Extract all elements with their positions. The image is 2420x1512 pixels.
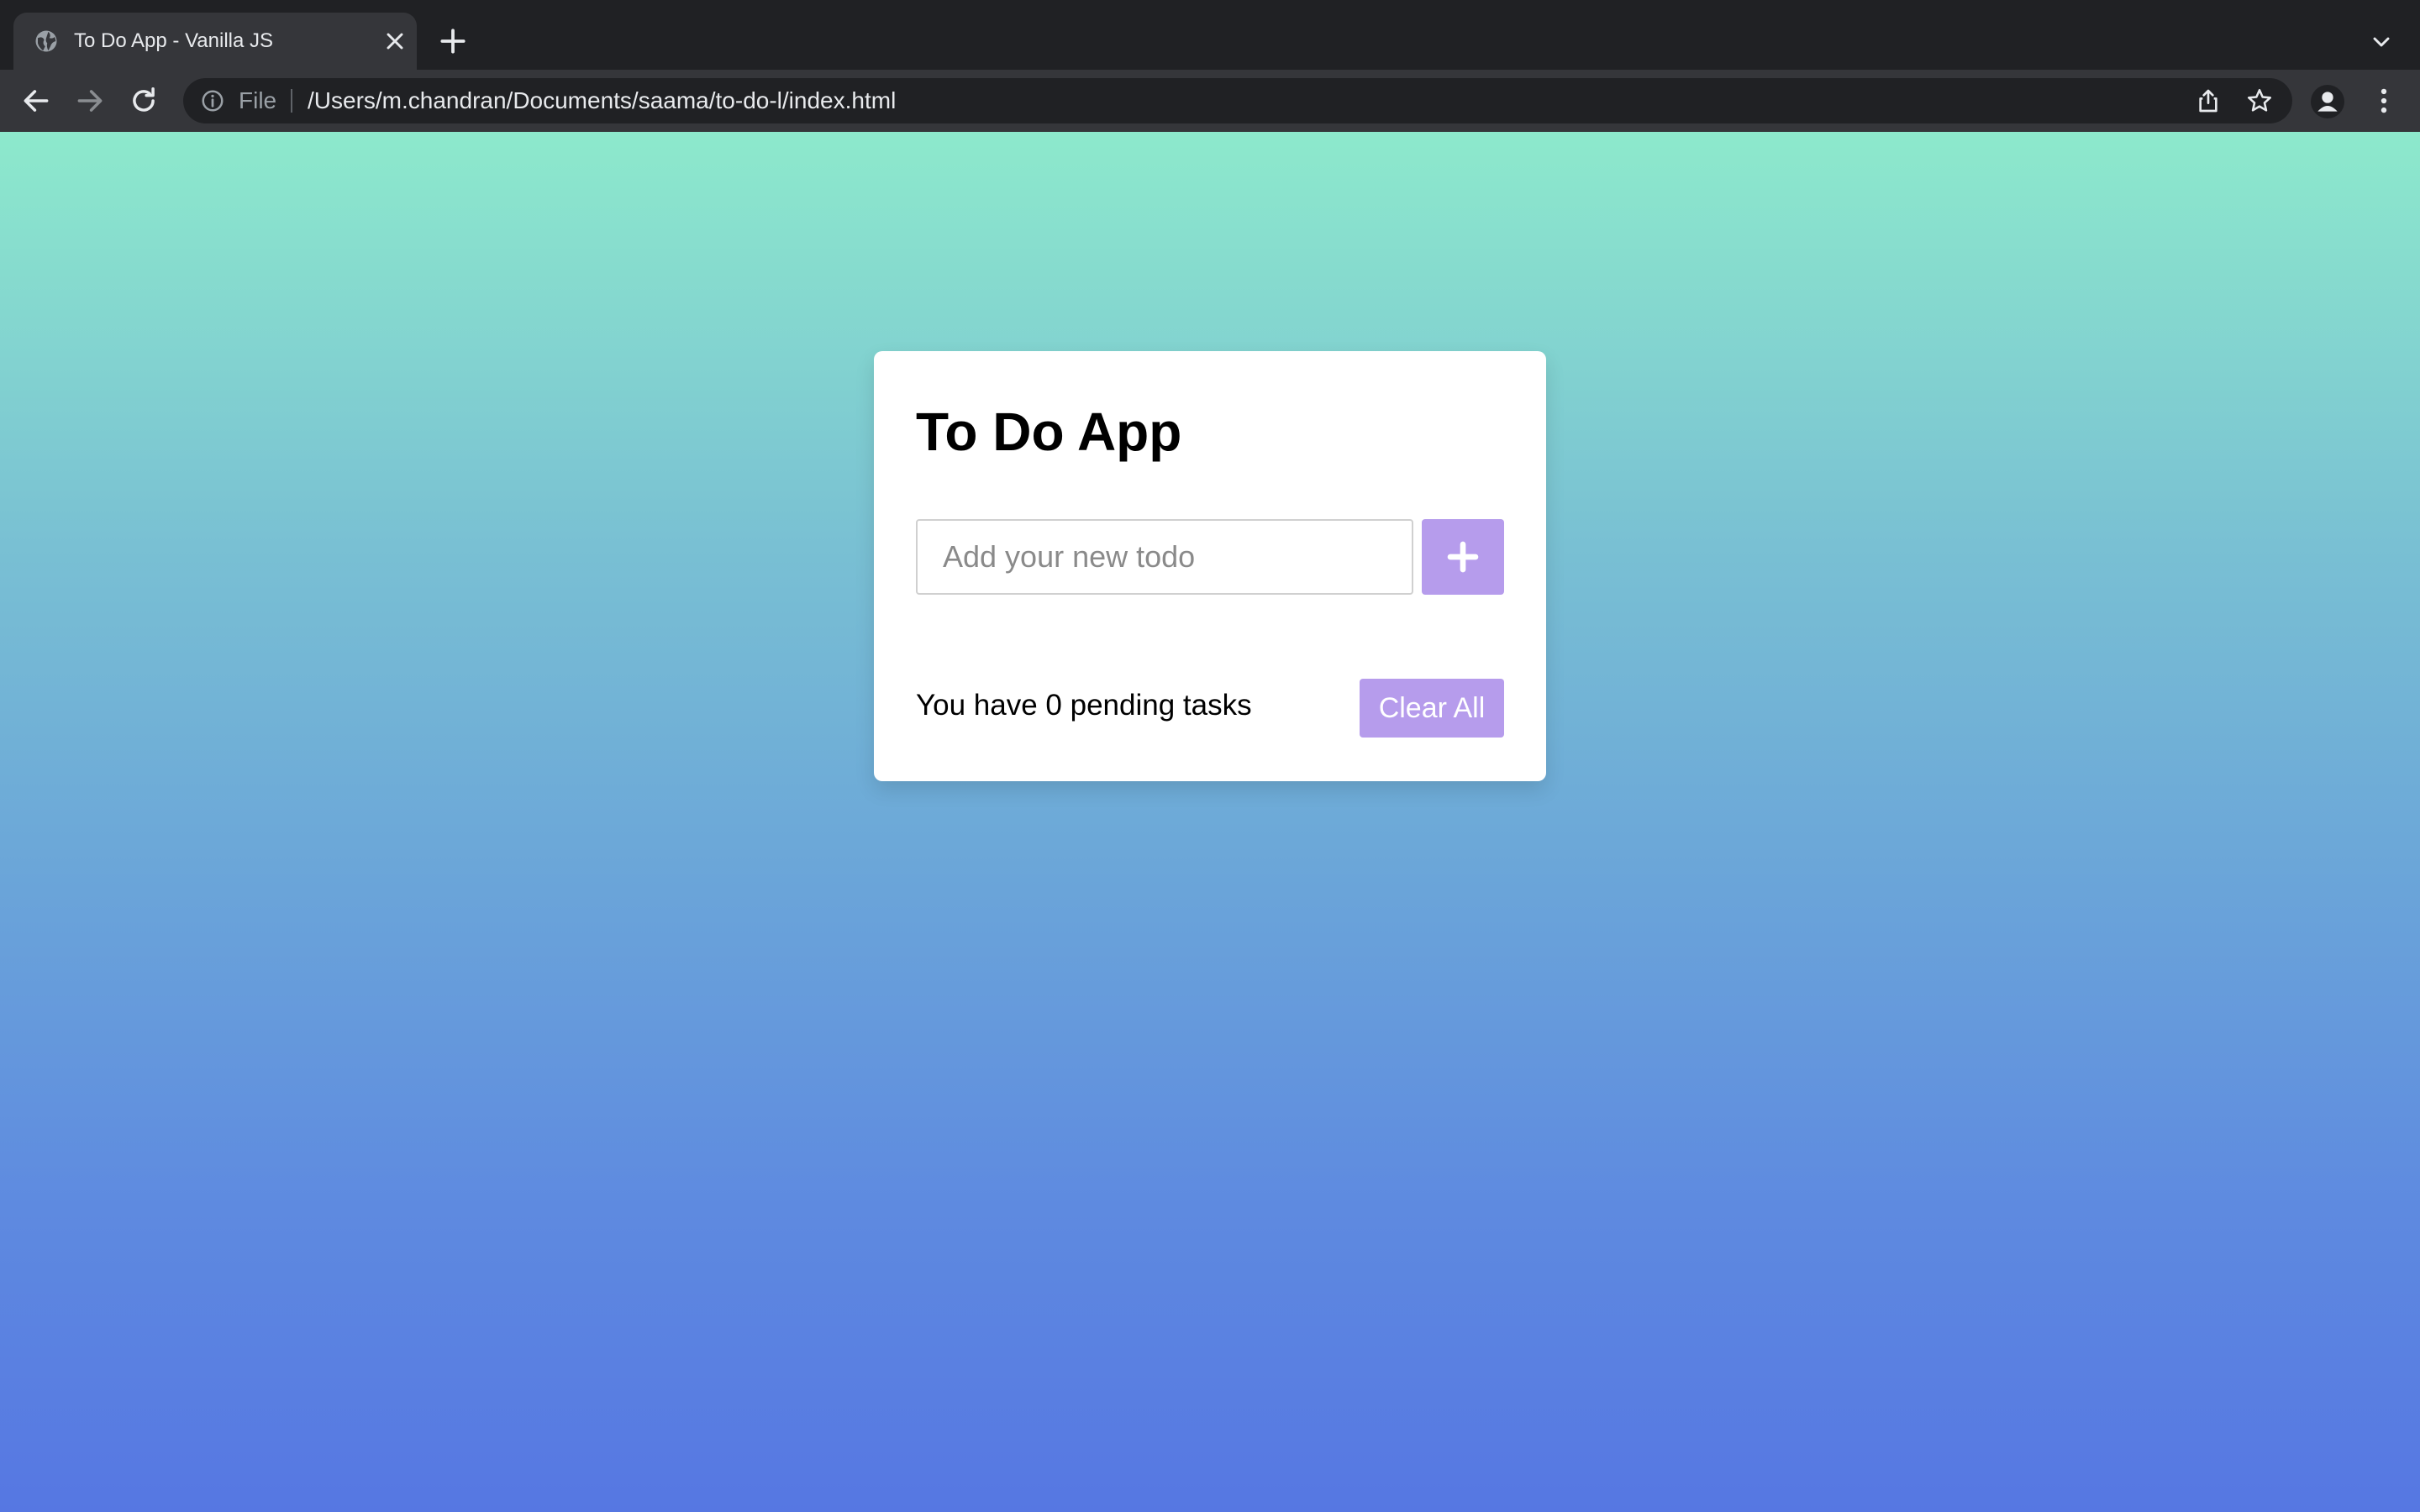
page-viewport: To Do App You have 0 pending tasks Clear… <box>0 132 2420 1512</box>
address-bar[interactable]: File /Users/m.chandran/Documents/saama/t… <box>183 78 2292 123</box>
forward-arrow-icon[interactable] <box>74 85 106 117</box>
close-icon[interactable] <box>381 28 408 55</box>
app-title: To Do App <box>916 402 1182 462</box>
tab-strip: To Do App - Vanilla JS <box>0 0 2420 70</box>
info-icon[interactable] <box>200 88 225 113</box>
more-vert-icon[interactable] <box>2368 85 2400 117</box>
todo-card: To Do App You have 0 pending tasks Clear… <box>874 351 1546 781</box>
pending-tasks-text: You have 0 pending tasks <box>916 683 1252 728</box>
chevron-down-icon[interactable] <box>2368 29 2395 55</box>
globe-icon <box>35 30 57 52</box>
plus-icon <box>1447 541 1479 573</box>
pending-suffix: pending tasks <box>1061 689 1252 722</box>
bookmark-star-icon[interactable] <box>2245 87 2274 115</box>
back-arrow-icon[interactable] <box>20 85 52 117</box>
new-todo-input[interactable] <box>916 519 1413 595</box>
browser-window: To Do App - Vanilla JS File /Users/m.cha… <box>0 0 2420 1512</box>
pending-count: 0 <box>1045 689 1062 722</box>
browser-toolbar: File /Users/m.chandran/Documents/saama/t… <box>0 70 2420 132</box>
url-scheme-label: File <box>239 87 277 113</box>
tab-active[interactable]: To Do App - Vanilla JS <box>13 13 417 70</box>
url-text[interactable]: /Users/m.chandran/Documents/saama/to-do-… <box>308 78 896 123</box>
clear-all-button[interactable]: Clear All <box>1360 679 1504 738</box>
new-tab-icon[interactable] <box>437 25 469 57</box>
url-divider <box>291 89 292 113</box>
share-icon[interactable] <box>2195 87 2222 114</box>
add-todo-button[interactable] <box>1422 519 1504 595</box>
tab-title: To Do App - Vanilla JS <box>74 29 274 52</box>
pending-prefix: You have <box>916 689 1046 722</box>
reload-icon[interactable] <box>128 85 160 117</box>
profile-avatar-icon[interactable] <box>2311 85 2344 118</box>
